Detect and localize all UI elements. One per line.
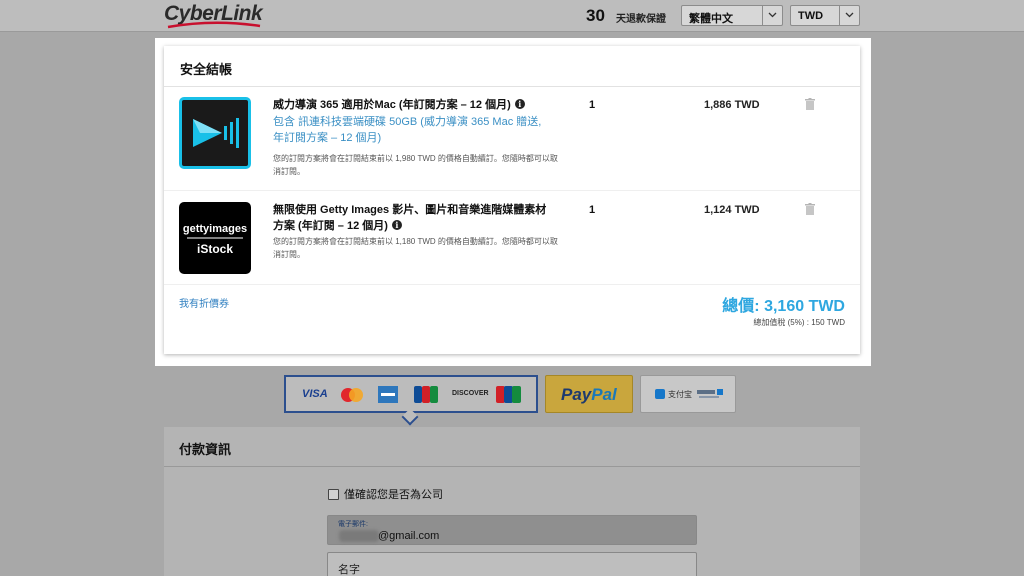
getty-images-product-image: gettyimages iStock — [179, 202, 251, 274]
divider — [164, 466, 860, 467]
jcb-icon — [414, 386, 438, 403]
tax-note: 總加值稅 (5%) : 150 TWD — [753, 318, 845, 327]
istock-logo-text: iStock — [197, 242, 233, 256]
cyberlink-logo[interactable]: CyberLink — [164, 2, 264, 30]
alipay-label: 支付宝 — [668, 390, 692, 399]
payment-info-section: 付款資訊 僅確認您是否為公司 電子郵件: @gmail.com 名字 — [164, 427, 860, 576]
divider — [164, 86, 860, 87]
product-name: 無限使用 Getty Images 影片、圖片和音樂進階媒體素材方案 (年訂閱 … — [273, 202, 553, 234]
coupon-link[interactable]: 我有折價券 — [179, 295, 229, 310]
item-price: 1,124 TWD — [704, 204, 760, 216]
email-field[interactable]: 電子郵件: @gmail.com — [327, 515, 697, 545]
info-icon[interactable]: i — [514, 99, 525, 109]
item-quantity: 1 — [589, 204, 596, 216]
product-bonus: 包含 訊連科技雲端硬碟 50GB (威力導演 365 Mac 贈送, 年訂閱方案… — [273, 116, 542, 144]
credit-card-payment-button[interactable]: VISA DISCOVER — [284, 375, 538, 426]
getty-istock-logo-icon: gettyimages iStock — [183, 223, 247, 256]
trash-icon[interactable] — [805, 203, 815, 215]
amex-icon — [378, 386, 398, 403]
order-total: 總價: 3,160 TWD — [722, 298, 845, 315]
product-name: 威力導演 365 適用於Mac (年訂閱方案 – 12 個月) i — [273, 97, 525, 113]
powerdirector-product-image — [179, 97, 251, 169]
divider — [164, 190, 860, 191]
email-value: @gmail.com — [378, 530, 440, 542]
alipay-icon — [655, 389, 665, 399]
product-name-text: 無限使用 Getty Images 影片、圖片和音樂進階媒體素材方案 (年訂閱 … — [273, 204, 547, 232]
trash-icon[interactable] — [805, 98, 815, 110]
info-icon[interactable]: i — [391, 220, 402, 230]
chevron-down-icon — [839, 6, 859, 25]
chevron-down-icon — [762, 6, 782, 25]
mastercard-icon — [341, 388, 363, 402]
company-checkbox[interactable] — [328, 489, 339, 500]
paypal-logo: PayPal — [561, 385, 617, 405]
alipay-payment-button[interactable]: 支付宝 — [640, 375, 736, 413]
paypal-logo-part: Pay — [561, 385, 592, 404]
alipay-plus-logo-icon — [697, 389, 723, 398]
product-name-text: 威力導演 365 適用於Mac (年訂閱方案 – 12 個月) — [273, 99, 511, 111]
renewal-note: 您的訂閱方案將會在訂閱結束前以 1,180 TWD 的價格自動續訂。您隨時都可以… — [273, 237, 558, 259]
email-redacted — [339, 530, 379, 542]
email-label: 電子郵件: — [338, 521, 368, 528]
currency-value: TWD — [798, 10, 824, 22]
first-name-field[interactable]: 名字 — [327, 552, 697, 576]
currency-select[interactable]: TWD — [790, 5, 860, 26]
guarantee-days: 30 — [586, 6, 605, 25]
item-price: 1,886 TWD — [704, 99, 760, 111]
divider — [164, 284, 860, 285]
language-value: 繁體中文 — [689, 13, 733, 25]
discover-logo: DISCOVER — [452, 390, 489, 397]
logo-swoosh-icon — [167, 21, 261, 29]
guarantee-label: 天退款保證 — [616, 14, 666, 25]
item-quantity: 1 — [589, 99, 596, 111]
first-name-placeholder: 名字 — [338, 564, 360, 576]
language-select[interactable]: 繁體中文 — [681, 5, 783, 26]
company-checkbox-label: 僅確認您是否為公司 — [344, 489, 443, 501]
powerdirector-logo-icon — [193, 118, 239, 148]
renewal-note: 您的訂閱方案將會在訂閱結束前以 1,980 TWD 的價格自動續訂。您隨時都可以… — [273, 154, 558, 176]
top-bar: CyberLink 30 天退款保證 繁體中文 TWD — [0, 0, 1024, 32]
selected-indicator — [401, 408, 419, 426]
secure-checkout-card: 安全結帳 威力導演 365 適用於Mac (年訂閱方案 – 12 個月) i 包含… — [164, 46, 860, 354]
company-checkbox-row[interactable]: 僅確認您是否為公司 — [328, 486, 443, 502]
paypal-payment-button[interactable]: PayPal — [545, 375, 633, 413]
paypal-logo-part: Pal — [591, 385, 617, 404]
visa-logo: VISA — [302, 388, 328, 400]
payment-info-title: 付款資訊 — [179, 442, 232, 457]
getty-logo-text: gettyimages — [183, 223, 247, 235]
checkout-title: 安全結帳 — [180, 62, 233, 77]
unionpay-icon — [496, 386, 521, 403]
